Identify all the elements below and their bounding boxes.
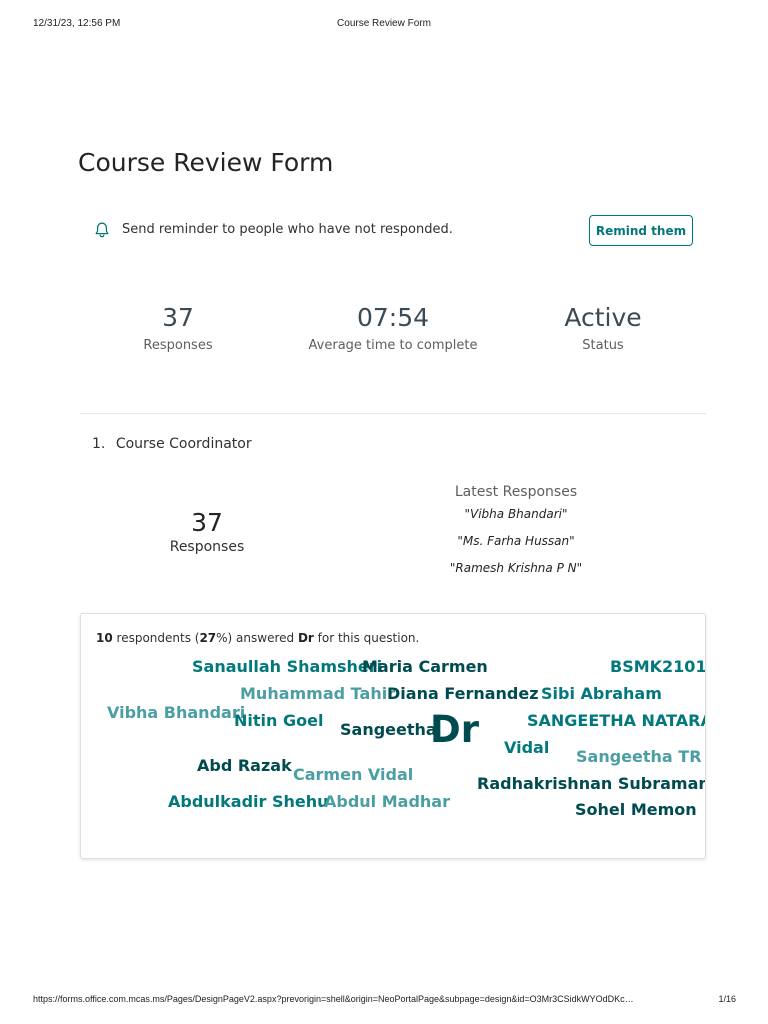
- print-page-number: 1/16: [718, 994, 736, 1004]
- cloud-word[interactable]: Abd Razak: [197, 758, 292, 774]
- print-doc-title: Course Review Form: [337, 18, 431, 29]
- cloud-word[interactable]: Carmen Vidal: [293, 767, 413, 783]
- cloud-word[interactable]: BSMK2101: [610, 659, 705, 675]
- average-time-value: 07:54: [356, 303, 430, 332]
- cloud-word[interactable]: Sangeetha: [340, 722, 437, 738]
- cloud-word[interactable]: Muhammad Tahir: [240, 686, 395, 702]
- print-footer: https://forms.office.com.mcas.ms/Pages/D…: [0, 994, 768, 1008]
- reminder-text: Send reminder to people who have not res…: [122, 222, 453, 237]
- cloud-word[interactable]: Nitin Goel: [234, 713, 323, 729]
- question-responses-label: Responses: [169, 539, 245, 555]
- summary-text-3: for this question.: [313, 631, 420, 645]
- status-value: Active: [564, 303, 642, 332]
- summary-text-1: respondents (: [112, 631, 200, 645]
- latest-response-item: "Ramesh Krishna P N": [449, 561, 583, 575]
- summary-text-2: %) answered: [216, 631, 298, 645]
- latest-responses-heading: Latest Responses: [454, 484, 578, 500]
- cloud-word[interactable]: Sangeetha TR: [576, 749, 702, 765]
- latest-responses: Latest Responses "Vibha Bhandari" "Ms. F…: [416, 484, 616, 587]
- cloud-word[interactable]: Vibha Bhandari: [107, 705, 245, 721]
- cloud-word[interactable]: Abdulkadir Shehu: [168, 794, 329, 810]
- cloud-word[interactable]: Maria Carmen: [362, 659, 488, 675]
- cloud-word[interactable]: Radhakrishnan Subramani: [477, 776, 705, 792]
- word-cloud-card: 10 respondents (27%) answered Dr for thi…: [80, 613, 706, 859]
- form-title: Course Review Form: [78, 148, 334, 177]
- cloud-word[interactable]: Diana Fernandez: [387, 686, 539, 702]
- stat-status: Active Status: [533, 303, 673, 353]
- bell-icon: [95, 222, 109, 238]
- responses-count: 37: [162, 303, 194, 332]
- remind-them-button[interactable]: Remind them: [589, 215, 693, 246]
- cloud-word[interactable]: Dr: [430, 711, 479, 748]
- summary-count: 10: [96, 631, 113, 645]
- cloud-word[interactable]: Sanaullah Shamsheri: [192, 659, 382, 675]
- cloud-word[interactable]: Sohel Memon: [575, 802, 697, 818]
- stat-responses: 37 Responses: [108, 303, 248, 353]
- responses-label: Responses: [143, 338, 213, 353]
- cloud-word[interactable]: Abdul Madhar: [324, 794, 450, 810]
- print-header: 12/31/23, 12:56 PM Course Review Form: [0, 18, 768, 32]
- summary-percent: 27: [199, 631, 217, 645]
- latest-response-item: "Ms. Farha Hussan": [457, 534, 575, 548]
- question-text: Course Coordinator: [115, 436, 252, 452]
- reminder-banner: Send reminder to people who have not res…: [80, 212, 706, 248]
- print-url: https://forms.office.com.mcas.ms/Pages/D…: [33, 994, 634, 1004]
- cloud-word[interactable]: SANGEETHA NATARAJAN: [527, 713, 705, 729]
- question-responses: 37 Responses: [137, 508, 277, 555]
- word-cloud-summary: 10 respondents (27%) answered Dr for thi…: [96, 631, 419, 645]
- stat-average-time: 07:54 Average time to complete: [293, 303, 493, 353]
- status-label: Status: [582, 338, 624, 353]
- question-responses-count: 37: [191, 508, 223, 537]
- latest-response-item: "Vibha Bhandari": [464, 507, 568, 521]
- cloud-word[interactable]: Sibi Abraham: [541, 686, 662, 702]
- question-title: 1. Course Coordinator: [92, 436, 252, 452]
- summary-term: Dr: [297, 631, 314, 645]
- question-number: 1.: [92, 436, 106, 452]
- section-divider: [80, 413, 706, 414]
- cloud-word[interactable]: Vidal: [504, 740, 549, 756]
- average-time-label: Average time to complete: [308, 338, 478, 353]
